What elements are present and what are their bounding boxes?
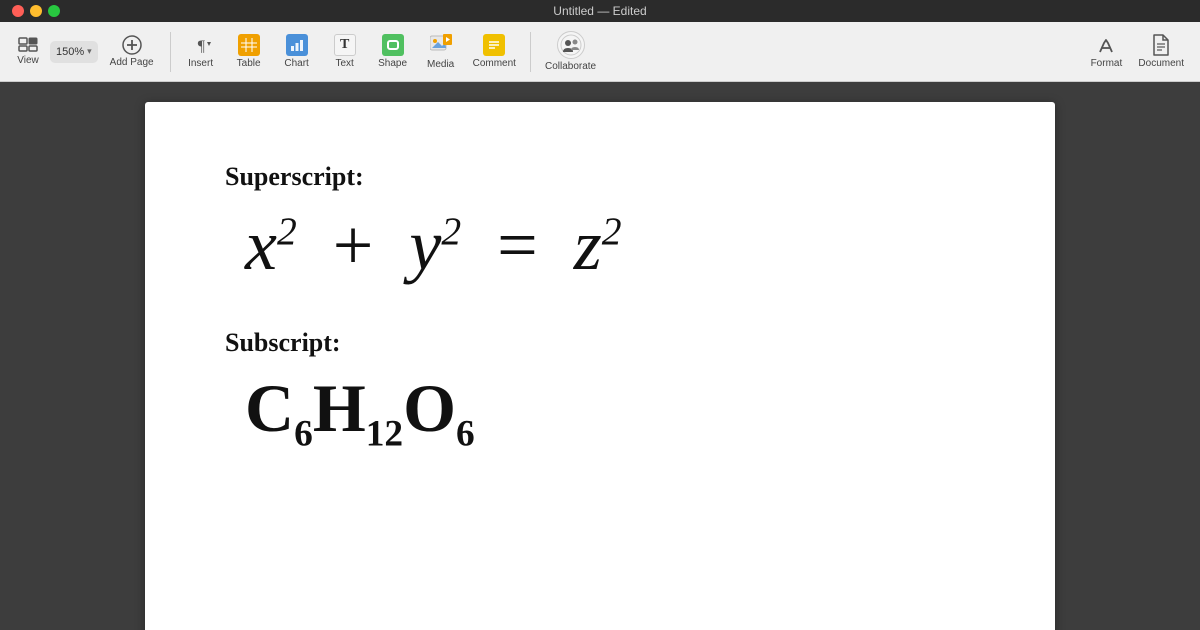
chem-6b: 6 xyxy=(456,414,475,455)
superscript-heading: Superscript: xyxy=(225,162,975,192)
collaborate-icon xyxy=(557,31,585,59)
toolbar-collaborate[interactable]: Collaborate xyxy=(539,27,602,76)
format-icon xyxy=(1095,34,1117,56)
view-label: View xyxy=(17,55,39,66)
add-page-label: Add Page xyxy=(110,57,154,68)
media-icon xyxy=(430,34,452,57)
chem-H: H xyxy=(313,370,366,446)
superscript-formula: x2 + y2 = z2 xyxy=(225,202,975,288)
zoom-chevron-icon: ▾ xyxy=(87,46,92,57)
divider-1 xyxy=(170,32,171,72)
subscript-heading: Subscript: xyxy=(225,328,975,358)
document-page[interactable]: Superscript: x2 + y2 = z2 Subscript: C6H… xyxy=(145,102,1055,630)
toolbar-text[interactable]: T Text xyxy=(323,30,367,73)
main-content: Superscript: x2 + y2 = z2 Subscript: C6H… xyxy=(0,82,1200,630)
text-label: Text xyxy=(335,58,353,69)
toolbar-document[interactable]: Document xyxy=(1132,30,1190,73)
toolbar-view[interactable]: View xyxy=(10,33,46,70)
chem-C: C xyxy=(245,370,294,446)
toolbar-shape[interactable]: Shape xyxy=(371,30,415,73)
format-label: Format xyxy=(1091,58,1123,69)
media-label: Media xyxy=(427,59,454,70)
chem-6: 6 xyxy=(294,414,313,455)
divider-2 xyxy=(530,32,531,72)
toolbar-zoom[interactable]: 150% ▾ xyxy=(50,41,98,63)
comment-icon xyxy=(483,34,505,56)
maximize-button[interactable] xyxy=(48,5,60,17)
chart-icon xyxy=(286,34,308,56)
subscript-section: Subscript: C6H12O6 xyxy=(225,328,975,457)
insert-icon: ¶ xyxy=(190,34,212,56)
toolbar: View 150% ▾ Add Page ¶ Insert xyxy=(0,22,1200,82)
math-equals: = xyxy=(497,205,538,285)
toolbar-chart[interactable]: Chart xyxy=(275,30,319,73)
text-icon: T xyxy=(334,34,356,56)
window-title: Untitled — Edited xyxy=(553,4,646,18)
math-y: y2 xyxy=(409,205,461,285)
chart-label: Chart xyxy=(284,58,308,69)
table-icon xyxy=(238,34,260,56)
toolbar-comment[interactable]: Comment xyxy=(467,30,522,73)
subscript-formula: C6H12O6 xyxy=(225,368,975,457)
zoom-value: 150% xyxy=(56,46,84,58)
math-z: z2 xyxy=(574,205,622,285)
close-button[interactable] xyxy=(12,5,24,17)
math-x: x2 xyxy=(245,205,297,285)
document-icon xyxy=(1150,34,1172,56)
add-page-icon xyxy=(122,35,142,55)
superscript-section: Superscript: x2 + y2 = z2 xyxy=(225,162,975,288)
table-label: Table xyxy=(237,58,261,69)
view-icon xyxy=(18,37,38,53)
svg-text:¶: ¶ xyxy=(196,38,204,55)
toolbar-media[interactable]: Media xyxy=(419,30,463,74)
document-label: Document xyxy=(1138,58,1184,69)
insert-label: Insert xyxy=(188,58,213,69)
comment-label: Comment xyxy=(473,58,516,69)
toolbar-format[interactable]: Format xyxy=(1084,30,1128,73)
toolbar-add-page[interactable]: Add Page xyxy=(102,31,162,72)
shape-label: Shape xyxy=(378,58,407,69)
toolbar-table[interactable]: Table xyxy=(227,30,271,73)
minimize-button[interactable] xyxy=(30,5,42,17)
chem-O: O xyxy=(403,370,456,446)
chem-12: 12 xyxy=(366,414,403,455)
math-plus: + xyxy=(333,205,374,285)
collaborate-label: Collaborate xyxy=(545,61,596,72)
toolbar-insert[interactable]: ¶ Insert xyxy=(179,30,223,73)
title-bar: Untitled — Edited xyxy=(0,0,1200,22)
window-controls xyxy=(12,5,60,17)
shape-icon xyxy=(382,34,404,56)
